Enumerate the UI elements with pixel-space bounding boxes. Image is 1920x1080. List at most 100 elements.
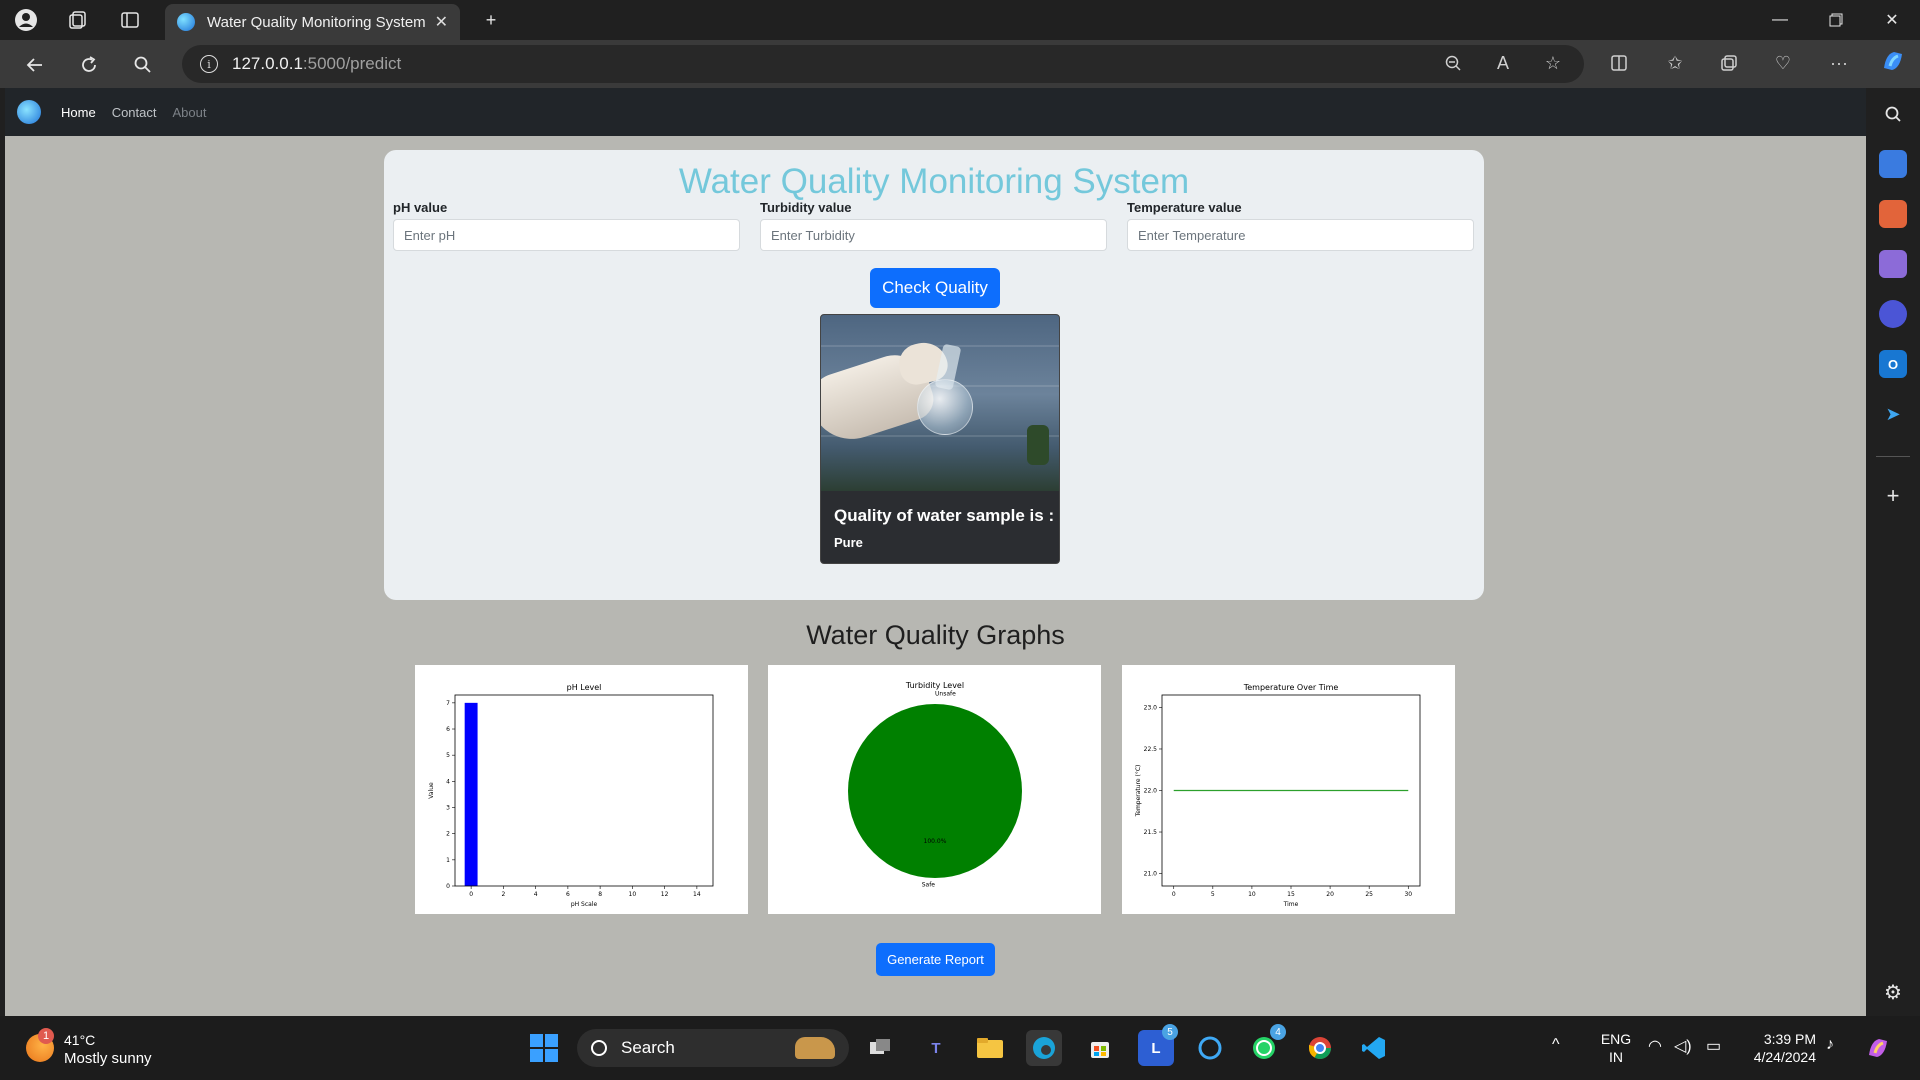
zoom-out-icon[interactable] (1438, 48, 1468, 78)
clock[interactable]: 3:39 PM 4/24/2024 (1740, 1030, 1816, 1066)
notifications-bell-icon[interactable]: ♪ (1826, 1036, 1834, 1054)
chart-title: Turbidity Level (905, 681, 964, 690)
x-tick-label: 30 (1404, 891, 1412, 898)
weather-badge: 1 (38, 1028, 54, 1044)
volume-icon[interactable]: ◁) (1674, 1036, 1692, 1056)
plot-frame (454, 694, 714, 887)
nav-home-link[interactable]: Home (61, 105, 96, 120)
linkedin-learning-icon[interactable]: L5 (1138, 1024, 1178, 1066)
x-tick-label: 10 (1248, 891, 1256, 898)
clock-date: 4/24/2024 (1753, 1049, 1816, 1065)
temperature-field: Temperature value (1127, 200, 1474, 251)
split-screen-icon[interactable] (1604, 48, 1634, 78)
x-tick-label: 10 (629, 891, 637, 898)
x-tick-label: 2 (501, 891, 505, 898)
url-host: 127.0.0.1 (232, 54, 303, 73)
sidebar-settings-gear-icon[interactable]: ⚙ (1879, 978, 1907, 1006)
y-tick-label: 22.0 (1144, 788, 1158, 795)
copilot-taskbar-icon[interactable] (1862, 1032, 1894, 1064)
turbidity-field: Turbidity value (760, 200, 1107, 251)
browser-essentials-icon[interactable]: ♡ (1768, 48, 1798, 78)
ph-input[interactable] (393, 219, 740, 251)
prediction-card: Water Quality Monitoring System pH value… (384, 150, 1484, 600)
window-close-icon[interactable]: ✕ (1864, 0, 1920, 40)
chrome-icon[interactable] (1302, 1030, 1338, 1066)
back-arrow-icon[interactable] (20, 50, 50, 80)
pie-label: Safe (922, 882, 936, 889)
task-view-icon[interactable] (862, 1030, 898, 1066)
copilot-icon[interactable] (1878, 46, 1908, 76)
page-viewport: Home Contact About Water Quality Monitor… (5, 88, 1866, 1016)
y-tick-label: 21.5 (1144, 829, 1158, 836)
tab-favicon-icon (177, 13, 195, 31)
workspaces-icon[interactable] (64, 6, 92, 34)
address-bar-row: i 127.0.0.1:5000/predict A ☆ ✩ ♡ ··· (0, 40, 1920, 88)
taskbar-search-label: Search (621, 1038, 675, 1057)
favorites-icon[interactable]: ✩ (1660, 48, 1690, 78)
search-icon[interactable] (128, 50, 158, 80)
more-menu-icon[interactable]: ··· (1824, 48, 1854, 78)
nav-contact-link[interactable]: Contact (112, 105, 157, 120)
temperature-chart: Temperature Over Time Time Temperature (°C… (1122, 665, 1455, 914)
file-explorer-icon[interactable] (972, 1030, 1008, 1066)
microsoft-store-icon[interactable] (1082, 1030, 1118, 1066)
shopping-tag-icon[interactable] (1879, 150, 1907, 178)
chart-title: pH Level (567, 683, 602, 692)
whatsapp-badge: 4 (1270, 1024, 1286, 1040)
search-highlight-dog-icon (795, 1037, 835, 1059)
site-info-icon[interactable]: i (200, 55, 218, 73)
start-windows-icon[interactable] (526, 1030, 562, 1066)
page-title: Water Quality Monitoring System (678, 162, 1190, 201)
y-tick-label: 7 (446, 700, 450, 707)
tab-close-icon[interactable]: ✕ (435, 12, 448, 32)
edge-browser-icon[interactable] (1026, 1030, 1062, 1066)
new-tab-icon[interactable]: + (477, 6, 505, 34)
temperature-input[interactable] (1127, 219, 1474, 251)
y-tick-label: 22.5 (1144, 746, 1158, 753)
x-tick-label: 25 (1365, 891, 1373, 898)
nav-about-link[interactable]: About (173, 105, 207, 120)
active-tab[interactable]: Water Quality Monitoring System ✕ (165, 4, 460, 40)
y-tick-label: 6 (446, 726, 450, 733)
wifi-icon[interactable]: ◠ (1648, 1036, 1662, 1056)
turbidity-label: Turbidity value (760, 200, 852, 215)
x-tick-label: 4 (534, 891, 538, 898)
minimize-icon[interactable]: — (1752, 0, 1808, 40)
tray-chevron-icon[interactable]: ^ (1552, 1036, 1560, 1054)
games-icon[interactable] (1879, 250, 1907, 278)
battery-icon[interactable]: ▭ (1706, 1036, 1721, 1056)
weather-desc[interactable]: Mostly sunny (64, 1050, 152, 1067)
send-icon[interactable]: ➤ (1879, 400, 1907, 428)
outlook-icon[interactable]: O (1879, 350, 1907, 378)
whatsapp-icon[interactable]: 4 (1246, 1024, 1286, 1066)
generate-report-button[interactable]: Generate Report (876, 943, 995, 976)
favorite-star-icon[interactable]: ☆ (1538, 48, 1568, 78)
cortana-ring-icon[interactable] (1192, 1030, 1228, 1066)
url-field[interactable]: i 127.0.0.1:5000/predict (182, 45, 1584, 83)
site-logo-icon[interactable] (17, 100, 41, 124)
weather-temp[interactable]: 41°C (64, 1032, 95, 1048)
url-path: :5000/predict (302, 54, 402, 73)
read-aloud-icon[interactable]: A (1488, 48, 1518, 78)
check-quality-button[interactable]: Check Quality (870, 268, 1000, 308)
y-tick-label: 3 (446, 805, 450, 812)
restore-icon[interactable] (1808, 0, 1864, 40)
taskbar-search-box[interactable]: Search (577, 1029, 849, 1067)
teams-icon[interactable]: T (918, 1030, 954, 1066)
sidebar-search-icon[interactable] (1879, 100, 1907, 128)
language-indicator[interactable]: ENG IN (1596, 1030, 1636, 1066)
refresh-icon[interactable] (74, 50, 104, 80)
tools-briefcase-icon[interactable] (1879, 200, 1907, 228)
collections-icon[interactable] (1714, 48, 1744, 78)
windows-taskbar: 1 41°C Mostly sunny Search T L5 4 ^ ENG … (0, 1016, 1920, 1080)
turbidity-input[interactable] (760, 219, 1107, 251)
y-axis-label: Value (428, 782, 435, 799)
profile-icon[interactable] (12, 6, 40, 34)
y-tick-label: 2 (446, 831, 450, 838)
vertical-tabs-icon[interactable] (116, 6, 144, 34)
taskbar-search-icon (591, 1040, 607, 1056)
add-sidebar-app-icon[interactable]: + (1879, 482, 1907, 510)
vscode-icon[interactable] (1356, 1030, 1392, 1066)
m365-icon[interactable] (1879, 300, 1907, 328)
pie-pct-label: 100.0% (924, 838, 947, 845)
